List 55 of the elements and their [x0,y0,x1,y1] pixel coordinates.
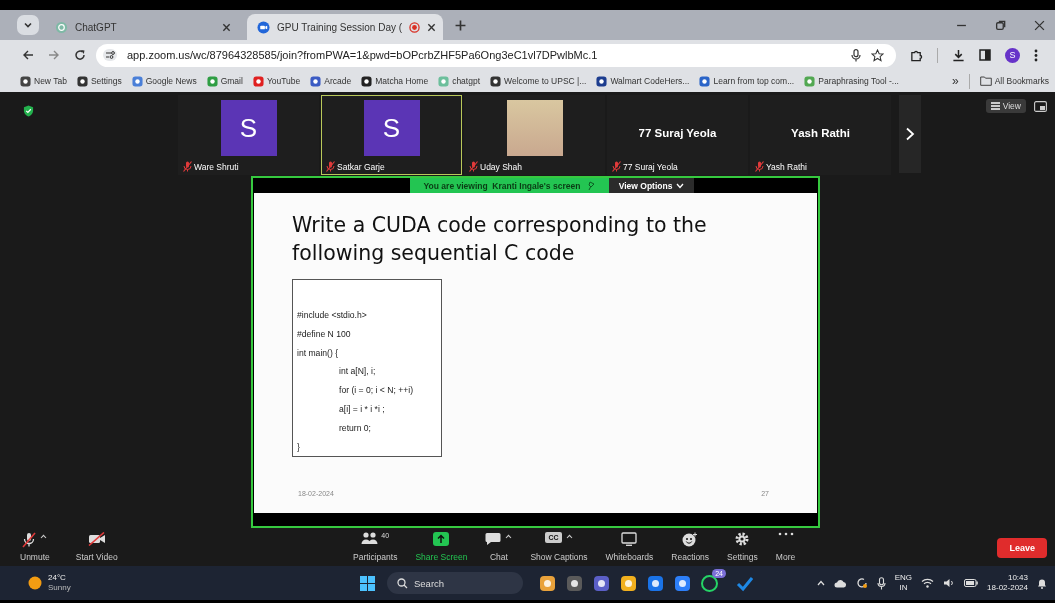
code-line: return 0; [338,422,372,435]
participant-avatar: S [363,100,420,156]
sharing-banner: You are viewing Kranti Ingale's screen [409,178,609,193]
all-bookmarks-link[interactable]: All Bookmarks [979,76,1049,86]
toolbar-button[interactable]: Share Screen [415,532,468,562]
participant-label: 77 Suraj Yeola [609,160,681,173]
bookmark-link[interactable]: Walmart CodeHers... [596,75,690,87]
toolbar-button[interactable]: Chat [485,532,513,562]
clock[interactable]: 10:43 18-02-2024 [987,573,1028,593]
toolbar-button[interactable]: Whiteboards [605,532,654,562]
bookmark-link[interactable]: Learn from top com... [699,75,795,87]
profile-avatar[interactable]: S [1005,47,1020,63]
bookmark-link[interactable]: Google News [131,75,197,87]
toolbar-button[interactable]: Reactions [671,532,710,562]
tab-title: ChatGPT [75,21,118,33]
code-line: for (i = 0; i < N; ++i) [338,385,415,398]
bookmark-link[interactable]: Matcha Home [361,75,429,87]
language-indicator[interactable]: ENG IN [894,573,913,593]
toolbar-button[interactable]: More [775,532,796,562]
search-field[interactable]: Search [387,572,523,594]
participant-name: Yash Rathi [791,127,850,139]
toolbar-button[interactable]: Start Video [75,532,118,562]
bookmark-link[interactable]: Welcome to UPSC |... [490,75,587,87]
temperature: 24°C [48,573,67,583]
toolbar-button[interactable]: Settings [727,532,758,562]
browser-tab[interactable]: ChatGPT [45,14,241,40]
participant-avatar: S [220,100,277,156]
weather-widget[interactable]: 24°C Sunny [28,573,328,593]
more-bookmarks-button[interactable]: » [952,74,959,88]
code-line: int a[N], i; [338,366,377,379]
browser-tab[interactable]: GPU Training Session Day ( [247,14,443,40]
view-options-button[interactable]: View Options [608,178,695,193]
view-button[interactable]: View [985,99,1026,113]
weather-condition: Sunny [48,583,71,593]
leave-button[interactable]: Leave [997,537,1047,558]
participant-label: Satkar Garje [323,160,388,173]
bookmark-link[interactable]: Arcade [310,75,352,87]
bookmark-link[interactable]: YouTube [252,75,301,87]
code-line: a[i] = i * i *i ; [338,404,386,416]
bookmark-link[interactable]: Settings [76,75,122,87]
slide-title: Write a CUDA code corresponding to the following sequential C code [292,212,708,267]
bookmark-link[interactable]: chatgpt [438,75,481,87]
participant-label: Yash Rathi [752,160,810,173]
bookmark-link[interactable]: Gmail [206,75,243,87]
code-line: #include <stdio.h> [297,310,368,322]
participant-label: Ware Shruti [180,160,242,173]
participant-name: 77 Suraj Yeola [638,127,717,139]
code-line: } [297,441,301,454]
bookmark-link[interactable]: Paraphrasing Tool -... [804,75,899,87]
address-field[interactable]: app.zoom.us/wc/87964328585/join?fromPWA=1&pwd=bOPcrbZHF5Pa6Ong3eC1vl7DPwlbMc.1 [96,43,896,67]
toolbar-button[interactable]: Unmute [20,532,50,562]
tab-title: GPU Training Session Day ( [277,21,403,33]
bookmark-link[interactable]: New Tab [20,75,67,87]
code-line: int main() { [297,347,340,360]
code-line: #define N 100 [297,328,352,341]
